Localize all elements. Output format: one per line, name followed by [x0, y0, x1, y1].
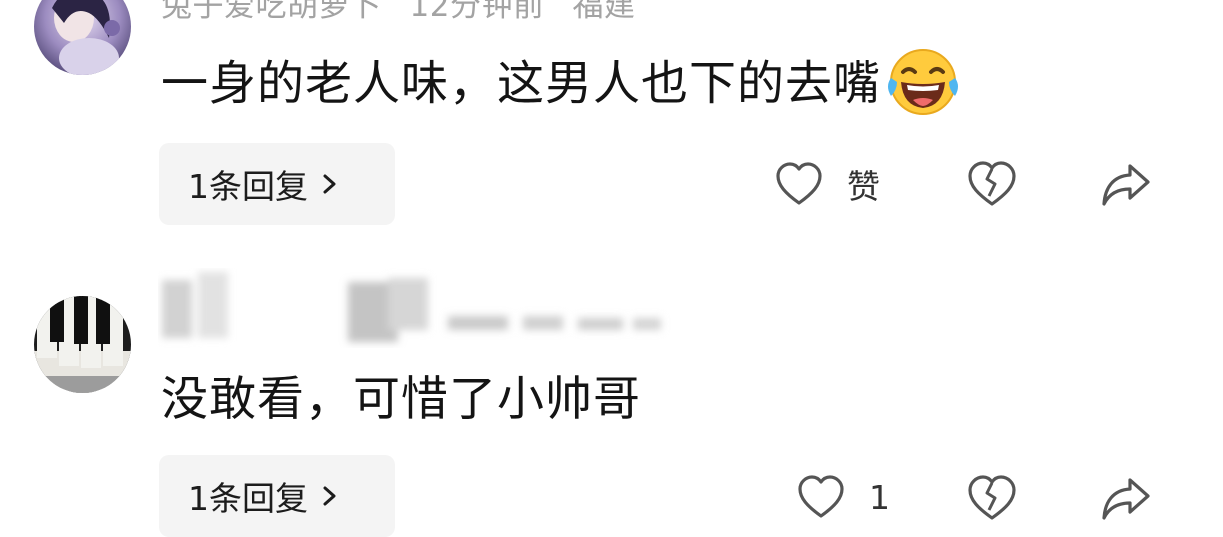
avatar[interactable] [34, 0, 131, 75]
comment-item: 没敢看，可惜了小帅哥 1条回复 1 [0, 260, 1223, 537]
share-button[interactable] [1100, 474, 1152, 522]
like-button[interactable]: 1 [797, 474, 890, 520]
heart-icon [776, 162, 822, 205]
like-button[interactable]: 赞 [775, 160, 880, 208]
broken-heart-icon [968, 161, 1016, 206]
share-arrow-icon [1102, 164, 1150, 206]
chevron-right-icon [323, 174, 336, 194]
dislike-button[interactable] [967, 160, 1017, 208]
reply-count-label: 1条回复 [188, 479, 308, 518]
comment-text-content: 没敢看，可惜了小帅哥 [161, 372, 641, 427]
reply-count-label: 1条回复 [188, 167, 308, 206]
reply-count-button[interactable]: 1条回复 [159, 143, 395, 225]
location: 福建 [572, 0, 636, 24]
timestamp: 12分钟前 [409, 0, 545, 24]
heart-icon [798, 475, 844, 518]
broken-heart-icon [968, 475, 1016, 520]
like-count: 1 [869, 477, 890, 517]
comment-meta: 兔子爱吃胡萝卜 12分钟前 福建 [161, 0, 663, 25]
share-arrow-icon [1102, 478, 1150, 520]
comment-text: 没敢看，可惜了小帅哥 [161, 370, 641, 430]
comment-text: 一身的老人味，这男人也下的去嘴 [161, 49, 963, 122]
avatar[interactable] [34, 296, 131, 393]
laughing-tears-emoji-icon [888, 49, 958, 115]
username[interactable]: 兔子爱吃胡萝卜 [161, 0, 382, 24]
share-button[interactable] [1100, 160, 1152, 208]
like-label: 赞 [847, 167, 880, 206]
comment-text-content: 一身的老人味，这男人也下的去嘴 [161, 56, 881, 112]
comment-item: 兔子爱吃胡萝卜 12分钟前 福建 一身的老人味，这男人也下的去嘴 1条回复 赞 [0, 0, 1223, 260]
obscured-username [162, 272, 661, 342]
chevron-right-icon [323, 486, 336, 506]
dislike-button[interactable] [967, 474, 1017, 522]
reply-count-button[interactable]: 1条回复 [159, 455, 395, 537]
